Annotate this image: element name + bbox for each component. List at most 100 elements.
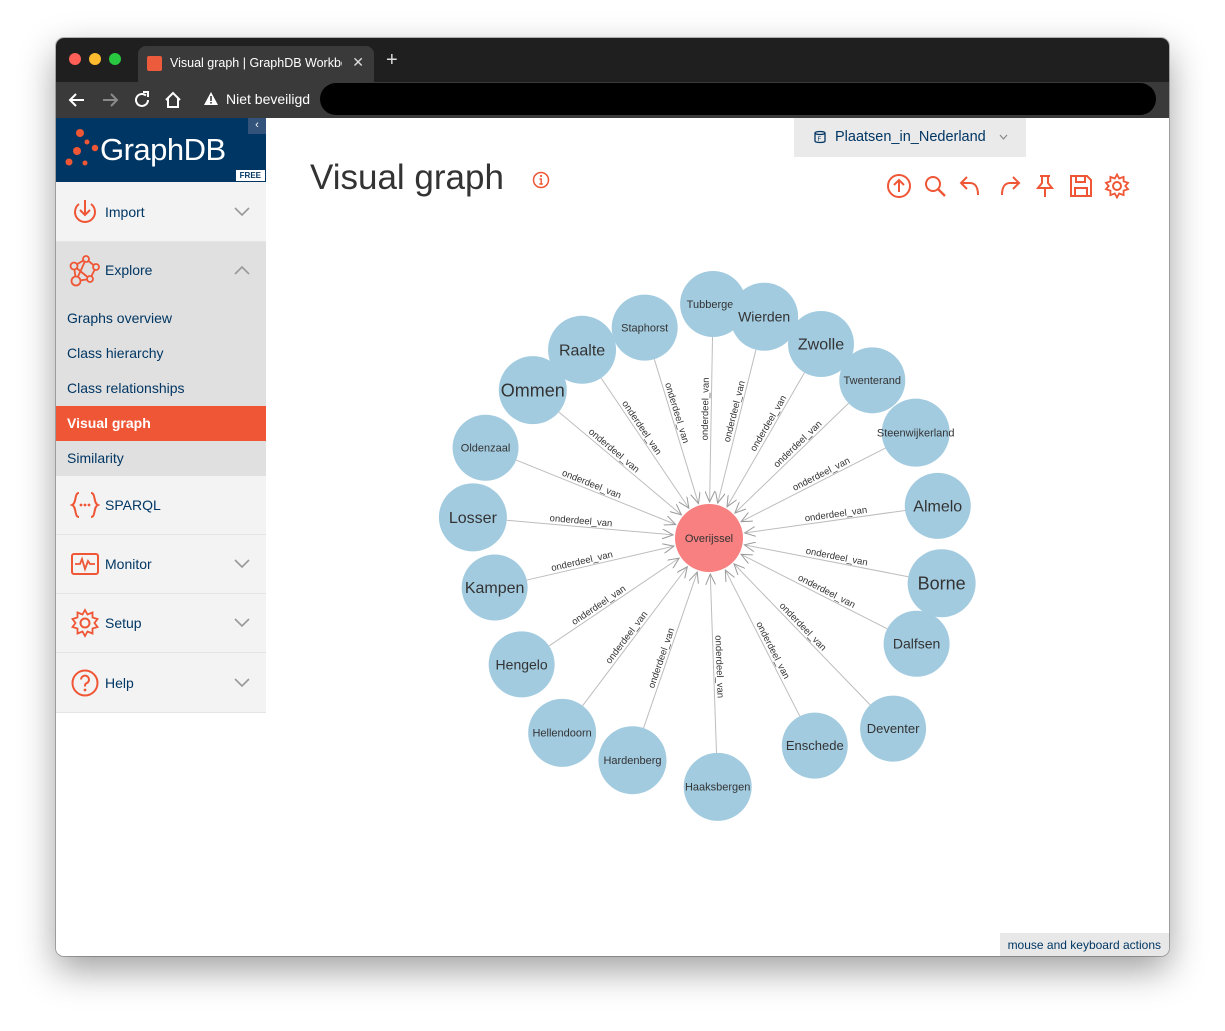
browser-window: Visual graph | GraphDB Workbench ✕ + Nie… [56, 38, 1169, 956]
submenu-label: Graphs overview [67, 310, 173, 326]
graphdb-logo-icon [65, 129, 99, 166]
security-label: Niet beveiligd [226, 91, 311, 107]
submenu-graphs-overview[interactable]: Graphs overview [56, 301, 266, 336]
edge-label: onderdeel_van [722, 380, 748, 444]
edge-label: onderdeel_van [619, 399, 663, 457]
menu-item-help[interactable]: Help [56, 653, 266, 713]
submenu-similarity[interactable]: Similarity [56, 441, 266, 476]
submenu-class-relationships[interactable]: Class relationships [56, 371, 266, 406]
submenu-visual-graph[interactable]: Visual graph [56, 406, 266, 441]
edge-label: onderdeel_van [791, 455, 852, 493]
edge-label: onderdeel_van [550, 549, 614, 574]
minimize-window-button[interactable] [89, 53, 101, 65]
tab-title: Visual graph | GraphDB Workbench [170, 56, 342, 70]
menu-item-explore[interactable]: Explore [56, 242, 266, 298]
edge-label: onderdeel_van [560, 468, 622, 502]
graphdb-favicon-icon [147, 56, 162, 71]
graph-node-label: Borne [918, 574, 966, 594]
graph-node-label: Steenwijkerland [877, 428, 955, 440]
back-arrow-icon[interactable] [66, 89, 88, 111]
menu-label-explore: Explore [105, 262, 153, 278]
help-icon [71, 669, 99, 697]
graph-node-label: Raalte [559, 342, 605, 359]
graph-node-label: Oldenzaal [461, 443, 511, 455]
graph-node-label: Hellendoorn [532, 728, 591, 740]
menu-item-monitor[interactable]: Monitor [56, 535, 266, 594]
chevron-up-icon [234, 265, 250, 275]
edge-label: onderdeel_van [796, 572, 857, 610]
edge-label: onderdeel_van [712, 635, 725, 698]
warning-icon [204, 92, 218, 105]
edition-badge: FREE [235, 170, 265, 181]
graph-node-label: Kampen [465, 580, 525, 597]
edge-label: onderdeel_van [748, 394, 789, 454]
browser-tab-strip: Visual graph | GraphDB Workbench ✕ + [56, 38, 1169, 82]
forward-arrow-icon[interactable] [99, 89, 121, 111]
tab-close-icon[interactable]: ✕ [352, 54, 364, 71]
graph-nodes: TubbergenWierdenZwolleTwenterandSteenwij… [438, 271, 976, 821]
setup-gear-icon [71, 608, 99, 638]
graph-node-label: Losser [449, 510, 498, 527]
address-bar[interactable] [320, 83, 1156, 115]
graph-node-label: Hardenberg [603, 755, 661, 767]
edge-label: onderdeel_van [753, 620, 791, 681]
maximize-window-button[interactable] [109, 53, 121, 65]
monitor-icon [71, 553, 99, 575]
edge-label: onderdeel_van [586, 426, 641, 475]
menu-label-help: Help [105, 675, 134, 691]
menu-item-import[interactable]: Import [56, 182, 266, 242]
menu-label-import: Import [105, 204, 145, 220]
home-icon[interactable] [162, 89, 184, 111]
menu-item-sparql[interactable]: SPARQL [56, 476, 266, 535]
submenu-label: Similarity [67, 450, 124, 466]
graph-node-label: Hengelo [496, 656, 548, 672]
edge-label: onderdeel_van [662, 381, 691, 444]
explore-section: Explore Graphs overview Class hierarchy … [56, 242, 266, 476]
submenu-class-hierarchy[interactable]: Class hierarchy [56, 336, 266, 371]
chevron-down-icon [234, 559, 250, 569]
graphdb-logo[interactable]: GraphDB FREE [56, 118, 266, 182]
browser-toolbar: Niet beveiligd [56, 82, 1169, 118]
chevron-down-icon [234, 207, 250, 217]
graph-node-label: Staphorst [621, 322, 668, 334]
graph-node-label: Wierden [738, 309, 790, 325]
edge-label: onderdeel_van [805, 546, 869, 569]
collapse-sidebar-button[interactable]: ‹ [248, 118, 266, 134]
menu-label-monitor: Monitor [105, 556, 152, 572]
graph-node-label: Deventer [867, 721, 920, 736]
logo-text: GraphDB [100, 132, 226, 167]
sidebar: GraphDB FREE ‹ Import Explore Graphs ove… [56, 118, 266, 956]
edge-label: onderdeel_van [772, 419, 825, 471]
mouse-keyboard-actions-link[interactable]: mouse and keyboard actions [999, 933, 1169, 956]
graph-node-label: Almelo [913, 498, 962, 515]
edge-label: onderdeel_van [646, 627, 677, 690]
submenu-label: Class hierarchy [67, 345, 164, 361]
close-window-button[interactable] [69, 53, 81, 65]
graph-node-label: Dalfsen [893, 636, 940, 652]
menu-label-sparql: SPARQL [105, 497, 161, 513]
sparql-icon [70, 492, 100, 518]
reload-icon[interactable] [131, 89, 153, 111]
graph-node-label: Overijssel [685, 533, 733, 545]
graph-node-label: Haaksbergen [685, 782, 750, 794]
graph-node-label: Zwolle [798, 337, 844, 354]
edge-label: onderdeel_van [700, 377, 712, 440]
edge-label: onderdeel_van [604, 609, 651, 666]
chevron-down-icon [234, 678, 250, 688]
explore-icon [69, 255, 100, 287]
submenu-label: Visual graph [67, 415, 151, 431]
graph-node-label: Twenterand [844, 375, 901, 387]
edge-label: onderdeel_van [777, 601, 829, 654]
security-indicator[interactable]: Niet beveiligd [204, 91, 310, 107]
edge-label: onderdeel_van [804, 505, 868, 525]
edge-label: onderdeel_van [570, 583, 628, 627]
menu-item-setup[interactable]: Setup [56, 594, 266, 653]
graph-node-label: Ommen [501, 380, 565, 400]
browser-tab[interactable]: Visual graph | GraphDB Workbench ✕ [138, 46, 374, 82]
chevron-down-icon [234, 618, 250, 628]
submenu-label: Class relationships [67, 380, 185, 396]
new-tab-icon[interactable]: + [386, 50, 398, 70]
graph-node-label: Enschede [786, 738, 844, 753]
visual-graph-canvas[interactable]: onderdeel_van onderdeel_van onderdeel_vano… [266, 118, 1169, 933]
import-icon [74, 200, 96, 223]
